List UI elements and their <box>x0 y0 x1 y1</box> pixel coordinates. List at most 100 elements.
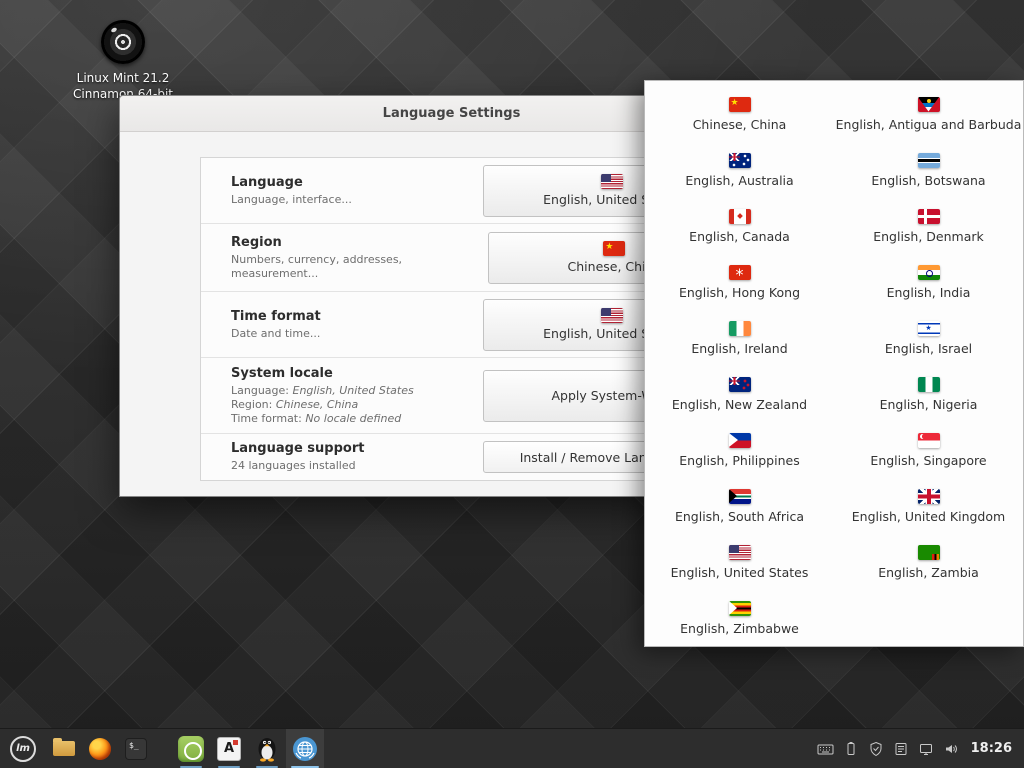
language-option-label: English, Nigeria <box>880 397 978 412</box>
setting-title-language: Language <box>231 175 352 190</box>
language-option[interactable]: English, Canada <box>645 198 834 254</box>
ie-flag-icon <box>729 321 751 336</box>
keyboard-icon[interactable] <box>817 741 834 757</box>
language-option[interactable]: English, South Africa <box>645 478 834 534</box>
language-option[interactable]: English, New Zealand <box>645 366 834 422</box>
language-option[interactable]: English, Denmark <box>834 198 1023 254</box>
language-option-label: Chinese, China <box>693 117 787 132</box>
system-locale-language-line: Language: English, United States <box>231 384 414 398</box>
firefox-icon <box>89 738 111 760</box>
language-option[interactable]: English, Australia <box>645 142 834 198</box>
language-option-label: English, Botswana <box>871 173 985 188</box>
input-method-glyph: A <box>224 741 234 756</box>
zw-flag-icon <box>729 601 751 616</box>
locale-language-label: Language: <box>231 384 289 397</box>
language-option-label: English, Philippines <box>679 453 799 468</box>
sg-flag-icon <box>918 433 940 448</box>
language-option-label: English, South Africa <box>675 509 804 524</box>
language-option-label: English, India <box>887 285 971 300</box>
language-popup-grid: Chinese, China English, Antigua and Barbu… <box>645 81 1023 646</box>
setting-desc-region: Numbers, currency, addresses, measuremen… <box>231 253 488 281</box>
locale-region-label: Region: <box>231 398 272 411</box>
language-option[interactable]: English, Zambia <box>834 534 1023 590</box>
ag-flag-icon <box>918 97 940 112</box>
system-locale-time-line: Time format: No locale defined <box>231 412 414 426</box>
mint-logo-glyph: lm <box>16 743 30 754</box>
us-flag-icon <box>729 545 751 560</box>
language-option[interactable]: English, India <box>834 254 1023 310</box>
language-option[interactable]: English, Botswana <box>834 142 1023 198</box>
locale-time-value: No locale defined <box>305 412 401 425</box>
taskbar-app-tux[interactable] <box>248 729 286 768</box>
locale-language-value: English, United States <box>293 384 414 397</box>
volume-icon[interactable] <box>943 741 959 757</box>
ca-flag-icon <box>729 209 751 224</box>
setting-desc-language-support: 24 languages installed <box>231 459 364 473</box>
locale-region-value: Chinese, China <box>276 398 358 411</box>
language-option[interactable]: English, Hong Kong <box>645 254 834 310</box>
display-network-icon[interactable] <box>918 741 934 757</box>
desktop-icon-label-line1: Linux Mint 21.2 <box>63 70 183 86</box>
taskbar-running-apps: A <box>172 729 324 768</box>
menu-button[interactable]: lm <box>0 729 46 768</box>
zm-flag-icon <box>918 545 940 560</box>
system-tray <box>817 741 959 757</box>
language-option[interactable]: English, Zimbabwe <box>645 590 834 646</box>
gb-flag-icon <box>918 489 940 504</box>
au-flag-icon <box>729 153 751 168</box>
disc-icon <box>101 20 145 64</box>
desktop: Linux Mint 21.2 Cinnamon 64-bit Language… <box>0 0 1024 768</box>
battery-icon[interactable] <box>843 741 859 757</box>
language-dropdown-popup: Chinese, China English, Antigua and Barbu… <box>644 80 1024 647</box>
desktop-icon-linux-mint-iso[interactable]: Linux Mint 21.2 Cinnamon 64-bit <box>63 20 183 102</box>
language-option[interactable]: English, United Kingdom <box>834 478 1023 534</box>
language-option-label: English, Antigua and Barbuda <box>836 117 1022 132</box>
za-flag-icon <box>729 489 751 504</box>
setting-desc-language: Language, interface... <box>231 193 352 207</box>
shield-icon[interactable] <box>868 741 884 757</box>
language-option[interactable]: English, Nigeria <box>834 366 1023 422</box>
ng-flag-icon <box>918 377 940 392</box>
taskbar-app-software-manager[interactable] <box>172 729 210 768</box>
us-flag-icon <box>601 174 623 189</box>
hk-flag-icon <box>729 265 751 280</box>
language-option[interactable]: English, Philippines <box>645 422 834 478</box>
language-option-label: English, Hong Kong <box>679 285 800 300</box>
taskbar: lm $_ A <box>0 728 1024 768</box>
language-option-label: English, Australia <box>685 173 793 188</box>
language-option[interactable]: English, Ireland <box>645 310 834 366</box>
language-option[interactable]: Chinese, China <box>645 86 834 142</box>
language-option-label: English, Zambia <box>878 565 979 580</box>
language-option-label: English, Zimbabwe <box>680 621 799 636</box>
setting-title-region: Region <box>231 235 488 250</box>
clipboard-icon[interactable] <box>893 741 909 757</box>
language-option-label: English, Denmark <box>873 229 984 244</box>
taskbar-app-input-method[interactable]: A <box>210 729 248 768</box>
language-option[interactable]: English, Antigua and Barbuda <box>834 86 1023 142</box>
clock[interactable]: 18:26 <box>971 741 1012 756</box>
window-title: Language Settings <box>383 106 521 121</box>
language-option[interactable]: English, United States <box>645 534 834 590</box>
taskbar-app-language-settings[interactable] <box>286 729 324 768</box>
setting-title-system-locale: System locale <box>231 366 414 381</box>
language-option-label: English, United Kingdom <box>852 509 1005 524</box>
language-option-label: English, Israel <box>885 341 972 356</box>
terminal-launcher[interactable]: $_ <box>118 729 154 768</box>
language-option-label: English, United States <box>671 565 809 580</box>
folder-icon <box>53 741 75 756</box>
nz-flag-icon <box>729 377 751 392</box>
firefox-launcher[interactable] <box>82 729 118 768</box>
dk-flag-icon <box>918 209 940 224</box>
files-launcher[interactable] <box>46 729 82 768</box>
cn-flag-icon <box>729 97 751 112</box>
penguin-icon <box>256 735 278 762</box>
language-option-label: English, Ireland <box>691 341 787 356</box>
software-manager-icon <box>178 736 204 762</box>
language-option[interactable]: English, Singapore <box>834 422 1023 478</box>
us-flag-icon <box>601 308 623 323</box>
in-flag-icon <box>918 265 940 280</box>
il-flag-icon <box>918 321 940 336</box>
bw-flag-icon <box>918 153 940 168</box>
globe-icon <box>292 736 318 762</box>
language-option[interactable]: English, Israel <box>834 310 1023 366</box>
